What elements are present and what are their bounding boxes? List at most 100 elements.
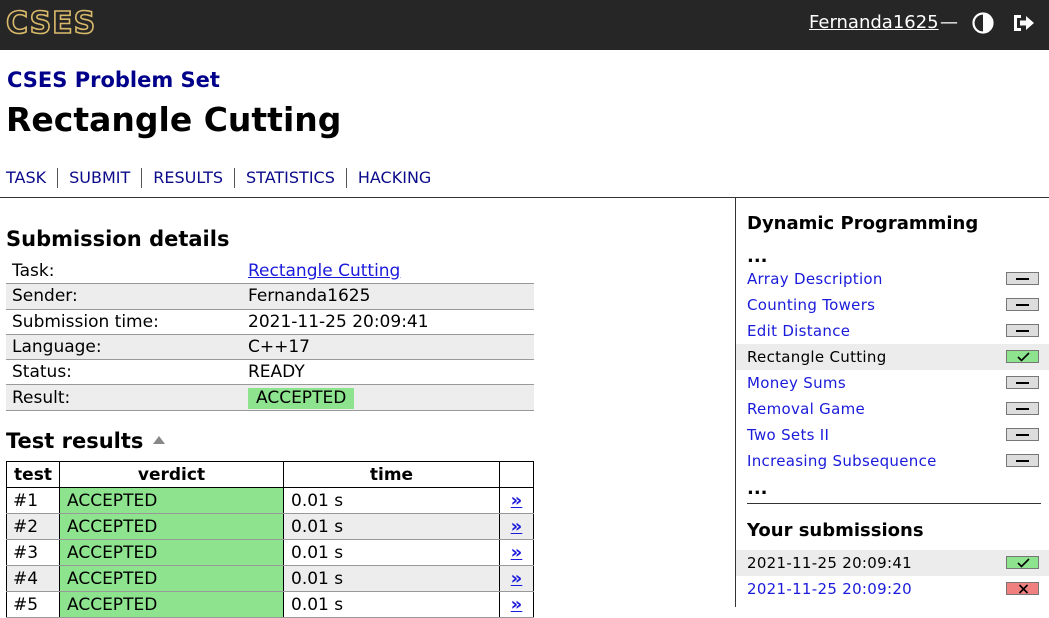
details-row-language: Language: C++17 [6,334,534,361]
sidebar-item-label[interactable]: Array Description [747,269,883,289]
status-none-icon [1006,298,1039,311]
table-row: #3 ACCEPTED 0.01 s » [6,539,534,566]
status-none-icon [1006,428,1039,441]
details-label: Sender: [6,283,242,310]
test-number: #5 [6,591,60,618]
sidebar-item-label[interactable]: Removal Game [747,399,865,419]
details-label: Task: [6,259,242,285]
sidebar-item-array-description[interactable]: Array Description [736,266,1049,292]
sidebar-item-rectangle-cutting[interactable]: Rectangle Cutting [736,344,1049,370]
sidebar-item-label[interactable]: Edit Distance [747,321,850,341]
column-header-link [499,461,534,488]
view-test-link[interactable]: » [511,516,523,537]
sidebar-item-label[interactable]: Money Sums [747,373,846,393]
tab-task[interactable]: TASK [6,168,57,188]
cses-logo[interactable]: CSES [5,7,96,41]
result-badge: ACCEPTED [248,387,355,409]
status-none-icon [1006,402,1039,415]
status-accepted-icon [1006,556,1039,569]
table-row: #2 ACCEPTED 0.01 s » [6,513,534,540]
sidebar-ellipsis-bottom: ... [747,478,768,499]
column-header-verdict: verdict [59,461,284,488]
details-label: Status: [6,359,242,386]
test-verdict: ACCEPTED [59,539,284,566]
tab-results[interactable]: RESULTS [141,168,234,188]
submission-time-label[interactable]: 2021-11-25 20:09:41 [747,553,912,573]
view-test-link[interactable]: » [511,542,523,563]
test-results-title: Test results [6,429,144,453]
status-none-icon [1006,324,1039,337]
submission-item[interactable]: 2021-11-25 20:09:41 [736,550,1049,576]
column-header-time: time [283,461,500,488]
sidebar-item-removal-game[interactable]: Removal Game [736,396,1049,422]
submission-details-table: Task: Rectangle Cutting Sender: Fernanda… [6,259,534,411]
test-number: #1 [6,487,60,514]
tab-hacking[interactable]: HACKING [345,168,442,188]
sidebar-item-label[interactable]: Two Sets II [747,425,829,445]
sidebar-item-label[interactable]: Increasing Subsequence [747,451,937,471]
header-separator: — [940,12,958,33]
test-verdict: ACCEPTED [59,487,284,514]
details-row-sender: Sender: Fernanda1625 [6,283,534,310]
details-value: Fernanda1625 [242,283,534,310]
status-none-icon [1006,272,1039,285]
submission-details-heading: Submission details [6,227,230,251]
test-number: #2 [6,513,60,540]
details-value: READY [242,359,534,386]
submission-time-label[interactable]: 2021-11-25 20:09:20 [747,579,912,599]
problem-set-title[interactable]: CSES Problem Set [7,67,220,93]
sidebar-divider-line [747,503,1041,504]
sidebar-item-counting-towers[interactable]: Counting Towers [736,292,1049,318]
logout-icon[interactable] [1011,12,1035,34]
test-number: #4 [6,565,60,592]
details-label: Result: [6,384,242,411]
sidebar-item-money-sums[interactable]: Money Sums [736,370,1049,396]
test-time: 0.01 s [283,591,500,618]
task-link[interactable]: Rectangle Cutting [248,261,400,281]
collapse-triangle-icon[interactable] [153,436,166,444]
details-value: 2021-11-25 20:09:41 [242,309,534,335]
test-time: 0.01 s [283,565,500,592]
test-results-table: test verdict time #1 ACCEPTED 0.01 s » #… [6,461,534,618]
test-verdict: ACCEPTED [59,565,284,592]
status-none-icon [1006,454,1039,467]
your-submissions-title: Your submissions [747,520,924,541]
details-label: Submission time: [6,309,242,335]
view-test-link[interactable]: » [511,594,523,615]
table-row: #4 ACCEPTED 0.01 s » [6,565,534,592]
details-value: C++17 [242,334,534,361]
details-row-result: Result: ACCEPTED [6,384,534,411]
test-verdict: ACCEPTED [59,591,284,618]
sidebar-item-edit-distance[interactable]: Edit Distance [736,318,1049,344]
nav-tabs: TASK SUBMIT RESULTS STATISTICS HACKING [6,168,442,188]
sidebar-ellipsis-top: ... [747,246,768,267]
sidebar-item-increasing-subsequence[interactable]: Increasing Subsequence [736,448,1049,474]
column-header-test: test [6,461,60,488]
view-test-link[interactable]: » [511,490,523,511]
sidebar-item-two-sets-ii[interactable]: Two Sets II [736,422,1049,448]
test-number: #3 [6,539,60,566]
top-bar: CSES Fernanda1625 — [0,0,1049,50]
test-time: 0.01 s [283,487,500,514]
tab-submit[interactable]: SUBMIT [57,168,141,188]
status-rejected-icon [1006,582,1039,595]
view-test-link[interactable]: » [511,568,523,589]
sidebar-item-label[interactable]: Counting Towers [747,295,875,315]
submission-item[interactable]: 2021-11-25 20:09:20 [736,576,1049,602]
details-label: Language: [6,334,242,361]
details-row-task: Task: Rectangle Cutting [6,259,534,285]
status-accepted-icon [1006,350,1039,363]
half-circle-theme-icon[interactable] [972,12,994,34]
username-link[interactable]: Fernanda1625 [809,12,939,34]
table-row: #1 ACCEPTED 0.01 s » [6,487,534,514]
test-time: 0.01 s [283,513,500,540]
sidebar-item-label[interactable]: Rectangle Cutting [747,347,887,367]
test-results-heading: Test results [6,428,166,454]
status-none-icon [1006,376,1039,389]
test-verdict: ACCEPTED [59,513,284,540]
details-row-status: Status: READY [6,359,534,386]
details-row-time: Submission time: 2021-11-25 20:09:41 [6,309,534,335]
table-row: #5 ACCEPTED 0.01 s » [6,591,534,618]
sidebar-title: Dynamic Programming [747,213,979,234]
tab-statistics[interactable]: STATISTICS [234,168,346,188]
